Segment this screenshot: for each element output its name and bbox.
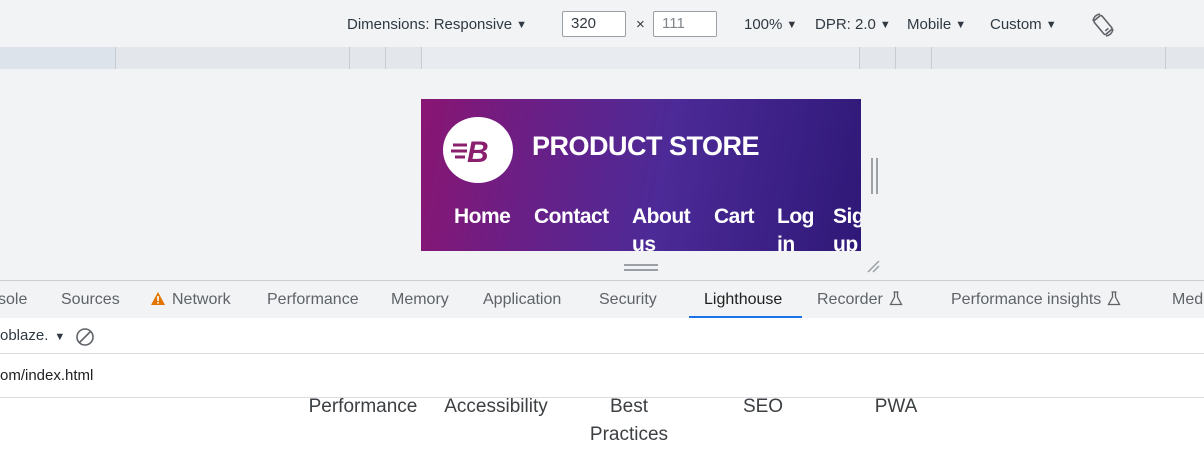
caret-down-icon: ▼ [955,19,967,31]
throttle-dropdown[interactable]: Custom ▼ [990,15,1057,35]
dimensions-label: Dimensions: Responsive [347,16,513,33]
report-url[interactable]: om/index.html [0,367,93,384]
brand-logo[interactable]: B [443,117,513,183]
nav-log-in[interactable]: Log in [777,203,817,251]
throttle-label: Custom [990,16,1042,33]
report-url-bar: om/index.html [0,354,1204,398]
nav-sign-up[interactable]: Sign up [833,203,861,251]
experiment-flask-icon [1107,291,1121,306]
rotate-icon[interactable] [1090,12,1116,38]
tab-memory[interactable]: Memory [391,281,449,318]
media-query-segment[interactable] [895,47,932,69]
experiment-flask-icon [889,291,903,306]
device-viewport-area: B PRODUCT STORE Home Contact About us Ca… [0,69,1204,280]
nav-about-us[interactable]: About us [632,203,692,251]
category-accessibility[interactable]: Accessibility [440,393,552,421]
devtools-tab-bar: sole Sources Network Performance Memory … [0,280,1204,319]
device-type-label: Mobile [907,16,952,33]
category-seo[interactable]: SEO [730,393,796,421]
tab-media[interactable]: Med [1172,281,1203,318]
tab-performance-insights-label: Performance insights [951,291,1102,308]
category-best-practices[interactable]: Best Practices [585,393,673,449]
lighthouse-toolbar: oblaze. ▼ [0,318,1204,354]
nav-contact[interactable]: Contact [534,203,609,231]
category-performance[interactable]: Performance [304,393,422,421]
tab-sources[interactable]: Sources [61,281,120,318]
resize-handle-bottom[interactable] [624,264,658,272]
page-preview[interactable]: B PRODUCT STORE Home Contact About us Ca… [421,99,861,251]
height-input[interactable]: 111 [653,11,717,37]
resize-handle-right[interactable] [871,158,879,194]
tab-console[interactable]: sole [0,281,27,318]
tab-recorder-label: Recorder [817,291,883,308]
report-select-label: oblaze. [0,327,49,344]
category-pwa[interactable]: PWA [861,393,931,421]
tab-network[interactable]: Network [150,281,231,318]
resize-corner-icon[interactable] [865,258,881,274]
media-query-segment[interactable] [349,47,386,69]
blazedemo-logo-icon: B [451,136,489,169]
warning-icon [151,292,165,305]
caret-down-icon: ▼ [54,331,66,343]
width-input[interactable]: 320 [562,11,626,37]
report-select[interactable]: oblaze. ▼ [0,327,65,344]
media-query-segment[interactable] [931,47,1166,69]
block-icon[interactable] [75,327,95,347]
media-query-segment[interactable] [1165,47,1204,69]
device-toolbar: Dimensions: Responsive ▼ 320 × 111 100% ▼ … [0,0,1204,48]
tab-security[interactable]: Security [599,281,657,318]
caret-down-icon: ▼ [516,19,527,31]
media-query-segment[interactable] [385,47,422,69]
tab-network-label: Network [172,291,231,308]
tab-application[interactable]: Application [483,281,561,318]
media-query-segment[interactable] [859,47,896,69]
logo-letter: B [467,136,489,169]
zoom-label: 100% [744,16,783,33]
device-type-dropdown[interactable]: Mobile ▼ [907,15,966,35]
tab-recorder[interactable]: Recorder [817,281,903,318]
media-query-segment[interactable] [115,47,350,69]
brand-title[interactable]: PRODUCT STORE [532,131,760,162]
dimensions-dropdown[interactable]: Dimensions: Responsive ▼ [347,15,527,35]
media-query-bar [0,47,1204,69]
dpr-label: DPR: 2.0 [815,16,876,33]
caret-down-icon: ▼ [879,19,891,31]
times-separator: × [636,16,645,33]
tab-performance[interactable]: Performance [267,281,359,318]
caret-down-icon: ▼ [1045,19,1057,31]
tab-lighthouse[interactable]: Lighthouse [704,281,782,318]
nav-home[interactable]: Home [454,203,511,231]
tab-performance-insights[interactable]: Performance insights [951,281,1121,318]
caret-down-icon: ▼ [786,19,798,31]
media-query-segment[interactable] [421,47,860,69]
dpr-dropdown[interactable]: DPR: 2.0 ▼ [815,15,891,35]
nav-cart[interactable]: Cart [714,203,755,231]
zoom-dropdown[interactable]: 100% ▼ [744,15,797,35]
